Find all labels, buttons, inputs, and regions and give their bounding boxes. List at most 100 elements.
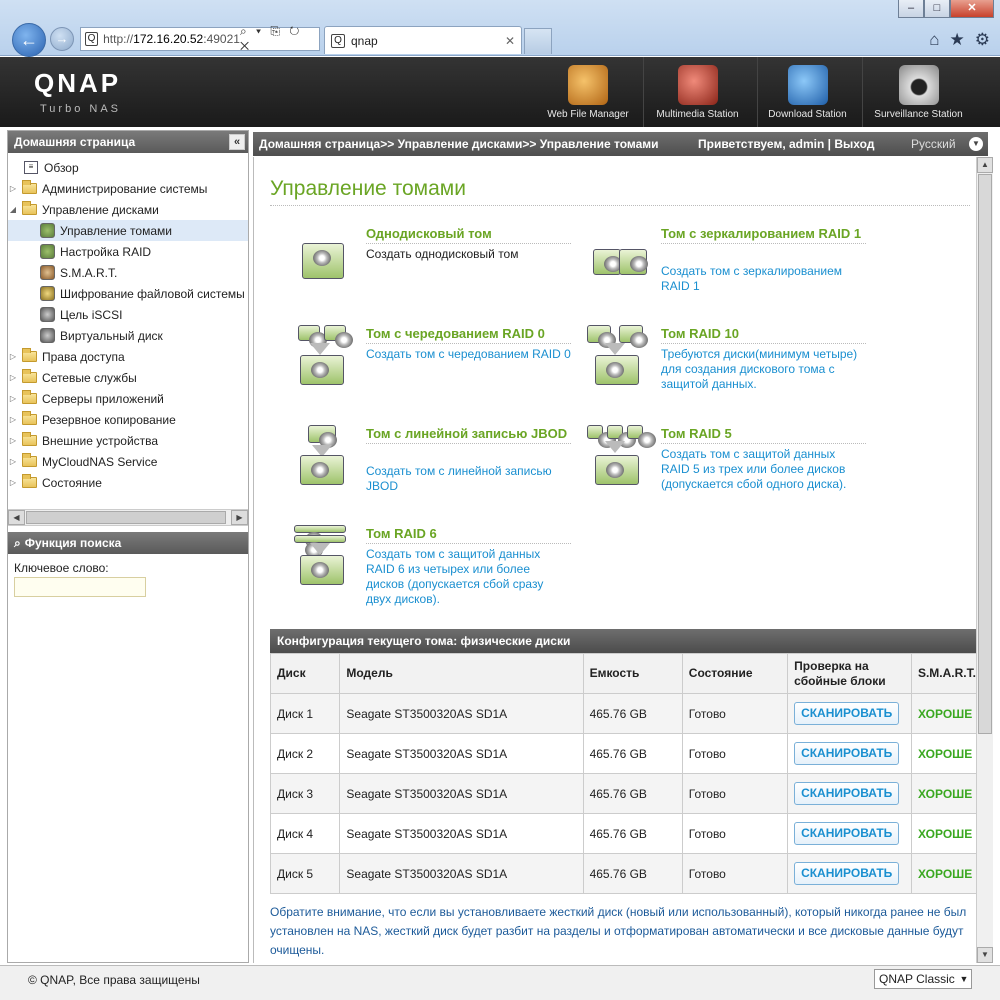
sidebar-item-smart[interactable]: S.M.A.R.T. <box>8 262 248 283</box>
expand-arrow-icon[interactable]: ▷ <box>8 415 18 424</box>
option-raid10[interactable]: Том RAID 10 Требуются диски(минимум четы… <box>585 325 875 415</box>
scan-button[interactable]: СКАНИРОВАТЬ <box>794 702 900 725</box>
scroll-up-icon[interactable]: ▲ <box>977 157 993 173</box>
expand-arrow-icon[interactable]: ▷ <box>8 457 18 466</box>
sidebar-item-overview[interactable]: ≡ Обзор <box>8 157 248 178</box>
scrollbar-thumb[interactable] <box>26 511 226 524</box>
sidebar-item-disk-management[interactable]: ◢ Управление дисками <box>8 199 248 220</box>
close-window-button[interactable]: ✕ <box>950 0 994 18</box>
breadcrumb[interactable]: Домашняя страница>> Управление дисками>>… <box>259 137 659 151</box>
option-title[interactable]: Том RAID 10 <box>661 326 739 341</box>
page-title: Управление томами <box>270 177 466 200</box>
cell-capacity: 465.76 GB <box>582 693 683 734</box>
cell-smart[interactable]: ХОРОШЕ <box>910 733 976 774</box>
cell-status: Готово <box>681 733 789 774</box>
scroll-down-icon[interactable]: ▼ <box>977 947 993 963</box>
station-download[interactable]: Download Station <box>757 57 857 127</box>
station-multimedia[interactable]: Multimedia Station <box>643 57 751 127</box>
sidebar-item-status[interactable]: ▷ Состояние <box>8 472 248 493</box>
cell-scan: СКАНИРОВАТЬ <box>787 813 912 854</box>
option-title[interactable]: Том RAID 5 <box>661 426 732 441</box>
cell-smart[interactable]: ХОРОШЕ <box>910 693 976 734</box>
option-desc[interactable]: Создать том с чередованием RAID 0 <box>366 347 571 362</box>
sidebar-item-volume-management[interactable]: Управление томами <box>8 220 248 241</box>
sidebar-item-virtual-disk[interactable]: Виртуальный диск <box>8 325 248 346</box>
scan-button[interactable]: СКАНИРОВАТЬ <box>794 822 900 845</box>
option-desc[interactable]: Создать том с линейной записью JBOD <box>366 464 571 494</box>
option-raid1[interactable]: Том с зеркалированием RAID 1 Создать том… <box>585 225 875 315</box>
option-desc[interactable]: Создать том с защитой данных RAID 5 из т… <box>661 447 866 492</box>
forward-button[interactable]: → <box>50 27 74 51</box>
station-surveillance[interactable]: Surveillance Station <box>862 57 974 127</box>
option-desc[interactable]: Требуются диски(минимум четыре) для созд… <box>661 347 866 392</box>
option-title[interactable]: Том RAID 6 <box>366 526 437 541</box>
scan-button[interactable]: СКАНИРОВАТЬ <box>794 742 900 765</box>
cell-smart[interactable]: ХОРОШЕ <box>910 813 976 854</box>
greeting-logout[interactable]: Приветствуем, admin | Выход <box>698 132 874 156</box>
option-single-disk[interactable]: Однодисковый том Создать однодисковый то… <box>290 225 580 315</box>
option-title[interactable]: Том с зеркалированием RAID 1 <box>661 226 861 241</box>
sidebar-item-encryption[interactable]: Шифрование файловой системы <box>8 283 248 304</box>
chevron-down-icon[interactable]: ▼ <box>957 970 971 988</box>
cell-capacity: 465.76 GB <box>582 773 683 814</box>
collapse-sidebar-icon[interactable]: « <box>229 134 245 150</box>
sidebar-item-label: Администрирование системы <box>42 181 208 196</box>
option-jbod[interactable]: Том с линейной записью JBOD Создать том … <box>290 425 580 515</box>
cell-disk: Диск 3 <box>269 773 341 814</box>
option-title[interactable]: Том с чередованием RAID 0 <box>366 326 545 341</box>
back-button[interactable]: ← <box>12 23 46 57</box>
expand-arrow-icon[interactable]: ▷ <box>8 436 18 445</box>
address-bar[interactable]: Q http://172.16.20.52:49021 ⌕ ▾ ⎘ ↻ ✕ <box>80 24 320 54</box>
scan-button[interactable]: СКАНИРОВАТЬ <box>794 782 900 805</box>
expand-arrow-icon[interactable]: ▷ <box>8 394 18 403</box>
expand-arrow-icon[interactable]: ▷ <box>8 184 18 193</box>
sidebar-item-label: S.M.A.R.T. <box>60 265 118 280</box>
sidebar-item-app-servers[interactable]: ▷ Серверы приложений <box>8 388 248 409</box>
station-web-file-manager[interactable]: Web File Manager <box>538 57 638 127</box>
favorites-star-icon[interactable]: ★ <box>950 30 965 50</box>
option-desc[interactable]: Создать том с защитой данных RAID 6 из ч… <box>366 547 571 607</box>
browser-tab[interactable]: Q qnap ✕ <box>324 26 522 54</box>
sidebar-item-raid-config[interactable]: Настройка RAID <box>8 241 248 262</box>
expand-arrow-icon[interactable]: ▷ <box>8 352 18 361</box>
keyword-input[interactable] <box>14 577 146 597</box>
tab-close-icon[interactable]: ✕ <box>505 34 515 48</box>
chevron-down-icon[interactable]: ▼ <box>969 137 983 151</box>
style-select[interactable]: QNAP Classic ▼ <box>874 969 972 989</box>
sidebar-item-access-rights[interactable]: ▷ Права доступа <box>8 346 248 367</box>
address-tools[interactable]: ⌕ ▾ ⎘ ↻ ✕ <box>240 24 319 54</box>
folder-icon <box>22 180 37 194</box>
expand-arrow-icon[interactable]: ▷ <box>8 478 18 487</box>
sidebar-title[interactable]: Домашняя страница <box>14 131 135 153</box>
sidebar-item-iscsi[interactable]: Цель iSCSI <box>8 304 248 325</box>
scrollbar-thumb[interactable] <box>978 174 992 734</box>
sidebar-item-network-services[interactable]: ▷ Сетевые службы <box>8 367 248 388</box>
new-tab-button[interactable] <box>524 28 552 54</box>
expand-arrow-icon[interactable]: ▷ <box>8 373 18 382</box>
table-row: Диск 4 Seagate ST3500320AS SD1A 465.76 G… <box>269 813 976 854</box>
maximize-button[interactable]: □ <box>924 0 950 18</box>
collapse-arrow-icon[interactable]: ◢ <box>8 205 18 214</box>
option-raid5[interactable]: Том RAID 5 Создать том с защитой данных … <box>585 425 875 515</box>
sidebar-item-mycloudnas[interactable]: ▷ MyCloudNAS Service <box>8 451 248 472</box>
option-title[interactable]: Том с линейной записью JBOD <box>366 426 567 441</box>
option-desc[interactable]: Создать том с зеркалированием RAID 1 <box>661 264 866 294</box>
cell-smart[interactable]: ХОРОШЕ <box>910 773 976 814</box>
minimize-button[interactable]: – <box>898 0 924 18</box>
cell-smart[interactable]: ХОРОШЕ <box>910 853 976 894</box>
sidebar-item-external-devices[interactable]: ▷ Внешние устройства <box>8 430 248 451</box>
language-selector[interactable]: Русский <box>911 132 956 156</box>
smart-icon <box>40 265 55 280</box>
sidebar-horizontal-scrollbar[interactable]: ◀ ▶ <box>8 509 248 526</box>
scroll-right-icon[interactable]: ▶ <box>231 510 248 525</box>
option-raid6[interactable]: Том RAID 6 Создать том с защитой данных … <box>290 525 580 615</box>
home-icon[interactable]: ⌂ <box>929 30 939 50</box>
option-title[interactable]: Однодисковый том <box>366 226 492 241</box>
scroll-left-icon[interactable]: ◀ <box>8 510 25 525</box>
sidebar-item-backup[interactable]: ▷ Резервное копирование <box>8 409 248 430</box>
option-raid0[interactable]: Том с чередованием RAID 0 Создать том с … <box>290 325 580 415</box>
scan-button[interactable]: СКАНИРОВАТЬ <box>794 862 900 885</box>
content-vertical-scrollbar[interactable]: ▲ ▼ <box>976 157 993 963</box>
settings-gear-icon[interactable]: ⚙ <box>975 30 990 50</box>
sidebar-item-system-admin[interactable]: ▷ Администрирование системы <box>8 178 248 199</box>
